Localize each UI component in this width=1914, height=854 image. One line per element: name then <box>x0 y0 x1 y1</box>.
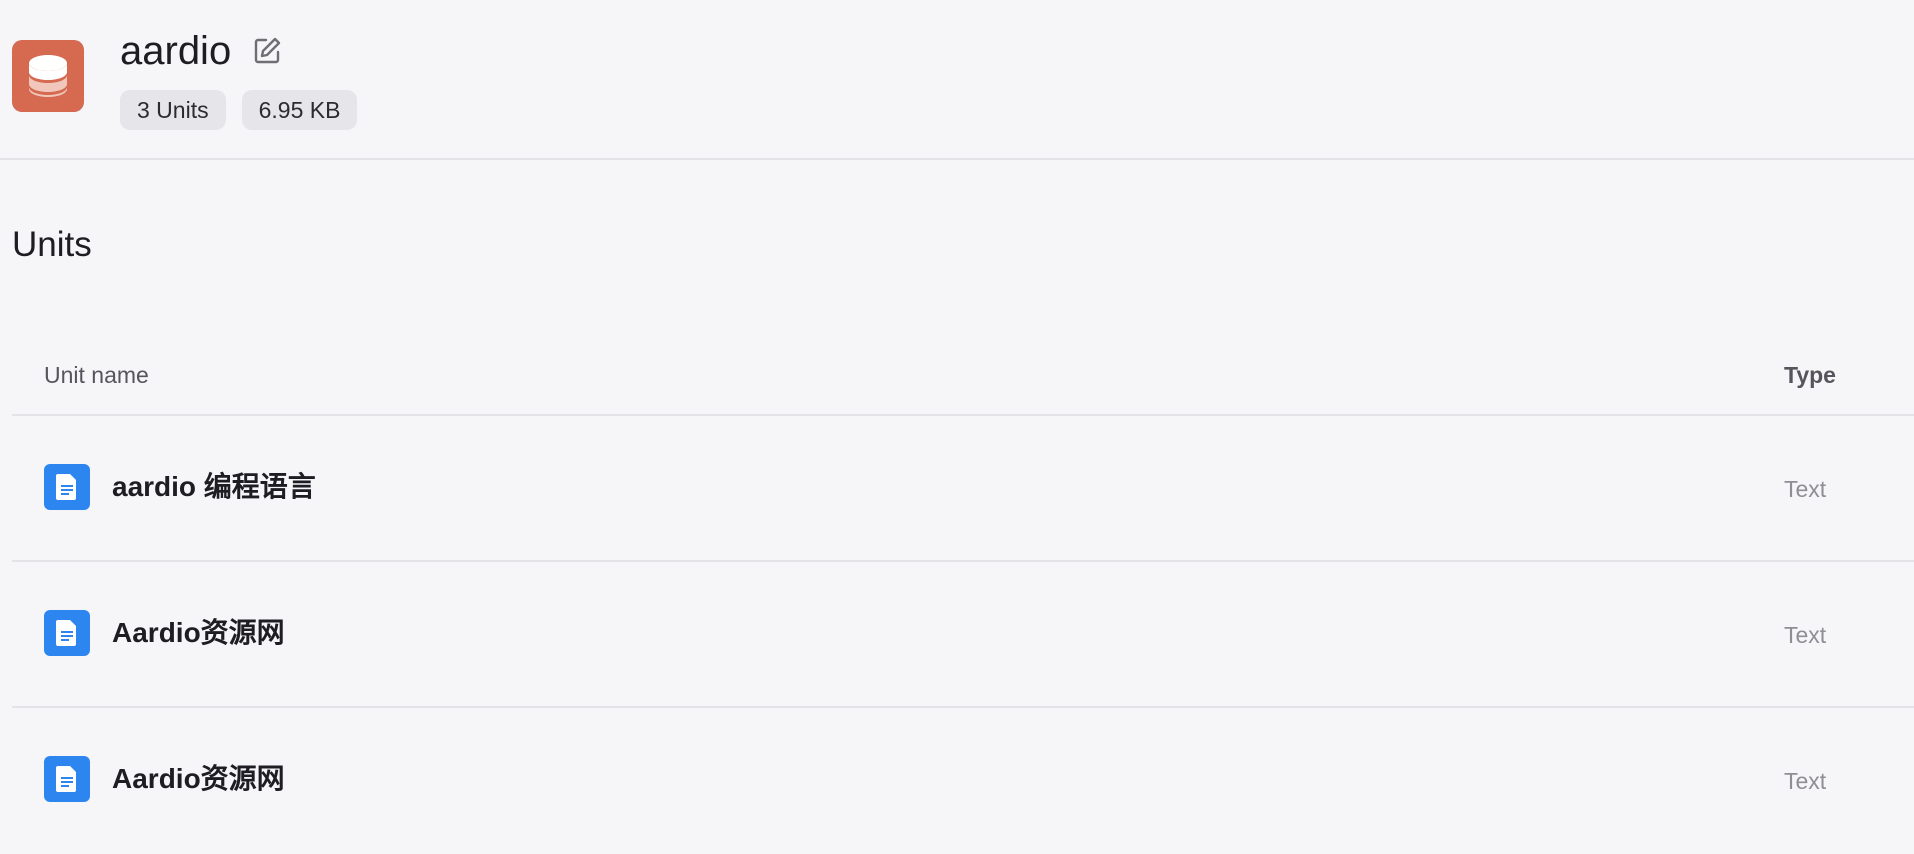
document-icon <box>44 464 90 510</box>
table-row[interactable]: Aardio资源网 Text <box>12 562 1914 708</box>
unit-name: Aardio资源网 <box>112 617 285 648</box>
table-row[interactable]: aardio 编程语言 Text <box>12 416 1914 562</box>
database-icon <box>12 40 84 112</box>
section-title: Units <box>12 225 92 264</box>
table-row[interactable]: Aardio资源网 Text <box>12 708 1914 854</box>
column-header-type[interactable]: Type <box>1784 360 1836 390</box>
unit-type: Text <box>1784 768 1827 794</box>
document-icon <box>44 756 90 802</box>
unit-name: Aardio资源网 <box>112 763 285 794</box>
page-title: aardio <box>120 29 232 73</box>
column-header-name[interactable]: Unit name <box>44 360 149 390</box>
header: aardio 3 Units 6.95 KB <box>0 0 1914 160</box>
unit-name: aardio 编程语言 <box>112 471 316 502</box>
badge-group: 3 Units 6.95 KB <box>120 90 358 130</box>
document-icon <box>44 610 90 656</box>
unit-type: Text <box>1784 476 1827 502</box>
table-header: Unit name Type <box>12 350 1914 416</box>
units-count-badge: 3 Units <box>120 90 226 130</box>
size-badge: 6.95 KB <box>241 90 358 130</box>
edit-icon[interactable] <box>252 36 282 66</box>
unit-type: Text <box>1784 622 1827 648</box>
